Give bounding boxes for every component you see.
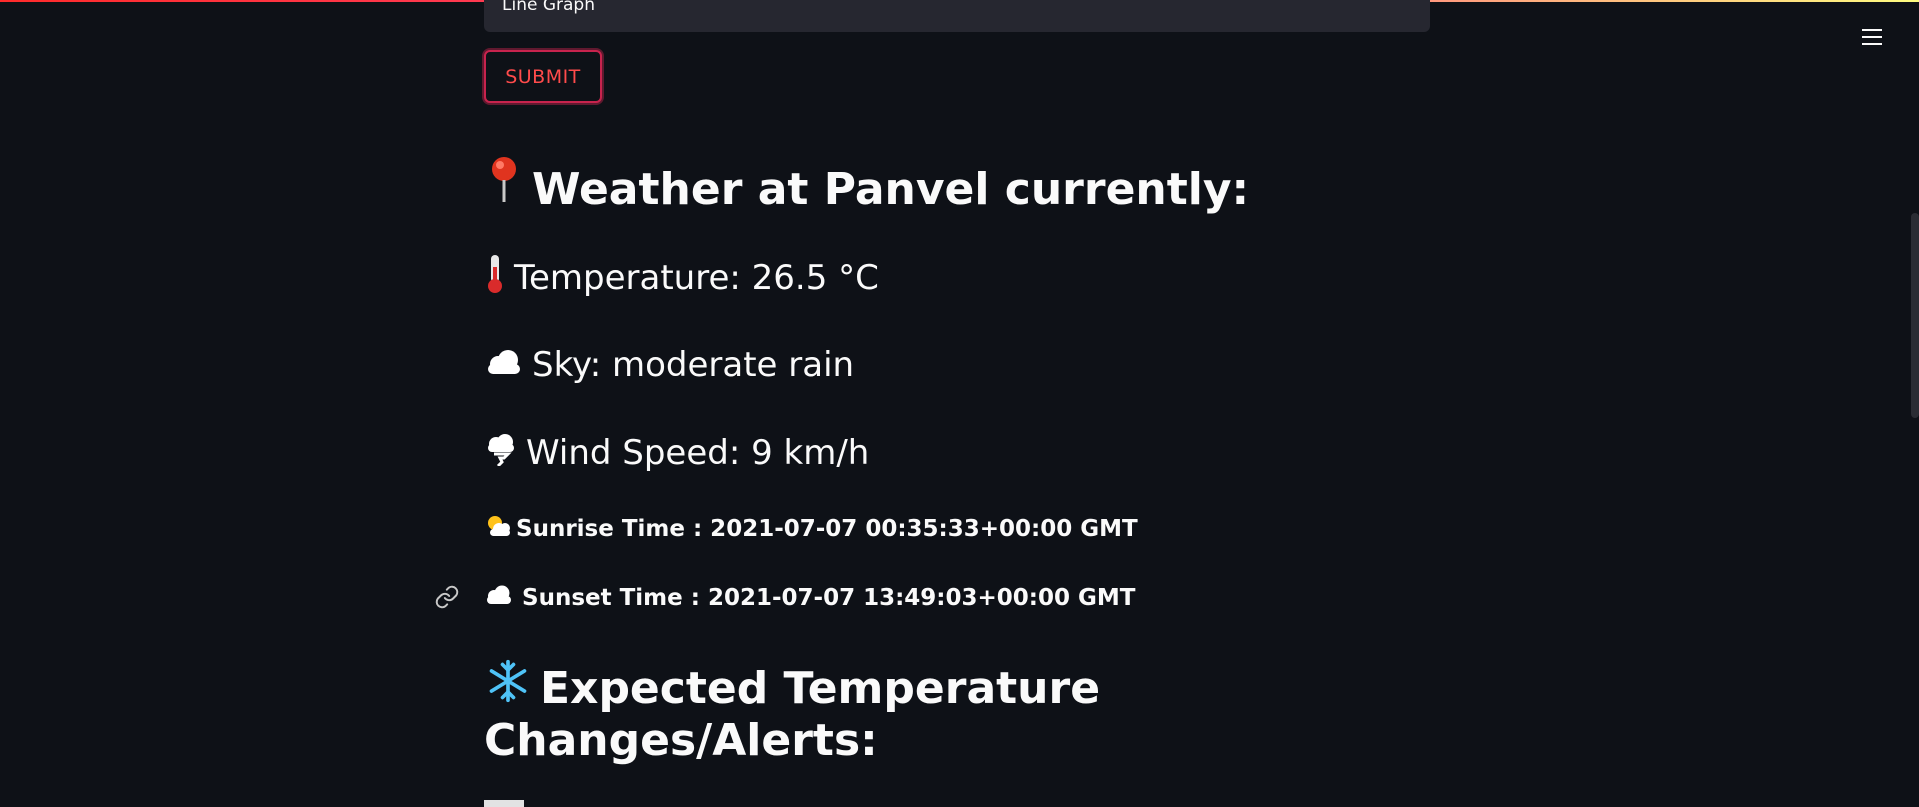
vertical-scrollbar[interactable] <box>1911 213 1919 418</box>
cloud-icon <box>484 345 524 385</box>
snowflake-icon <box>484 659 532 715</box>
alerts-heading: Expected Temperature Changes/Alerts: <box>484 659 1244 767</box>
weather-heading: Weather at Panvel currently: <box>484 154 1249 220</box>
sunrise-row: Sunrise Time : 2021-07-07 00:35:33+00:00… <box>484 511 1138 547</box>
thermometer-icon <box>484 253 506 304</box>
sunrise-text: Sunrise Time : 2021-07-07 00:35:33+00:00… <box>516 516 1138 542</box>
sky-row: Sky: moderate rain <box>484 340 854 390</box>
sunset-row: Sunset Time : 2021-07-07 13:49:03+00:00 … <box>484 580 1135 616</box>
temperature-text: Temperature: 26.5 °C <box>514 258 879 298</box>
wind-speed-text: Wind Speed: 9 km/h <box>526 433 870 473</box>
cloud-icon <box>484 584 514 612</box>
weather-heading-text: Weather at Panvel currently: <box>532 164 1250 215</box>
sun-behind-cloud-icon <box>484 514 512 544</box>
link-icon[interactable] <box>434 584 460 610</box>
wind-speed-row: Wind Speed: 9 km/h <box>484 428 869 478</box>
hamburger-menu-icon <box>1862 29 1882 45</box>
main-menu-button[interactable] <box>1857 22 1887 52</box>
alerts-heading-text: Expected Temperature Changes/Alerts: <box>484 663 1101 766</box>
chart-type-select[interactable]: Line Graph <box>484 0 1430 32</box>
chart-type-select-value: Line Graph <box>502 0 595 15</box>
sky-text: Sky: moderate rain <box>532 345 855 385</box>
main-content: Line Graph SUBMIT Weather at Panvel curr… <box>484 0 1430 807</box>
submit-button[interactable]: SUBMIT <box>484 50 602 103</box>
next-content-fragment <box>484 800 524 807</box>
sunset-text: Sunset Time : 2021-07-07 13:49:03+00:00 … <box>522 585 1136 611</box>
temperature-row: Temperature: 26.5 °C <box>484 253 879 303</box>
pushpin-icon <box>484 154 524 220</box>
tornado-icon <box>484 432 518 475</box>
